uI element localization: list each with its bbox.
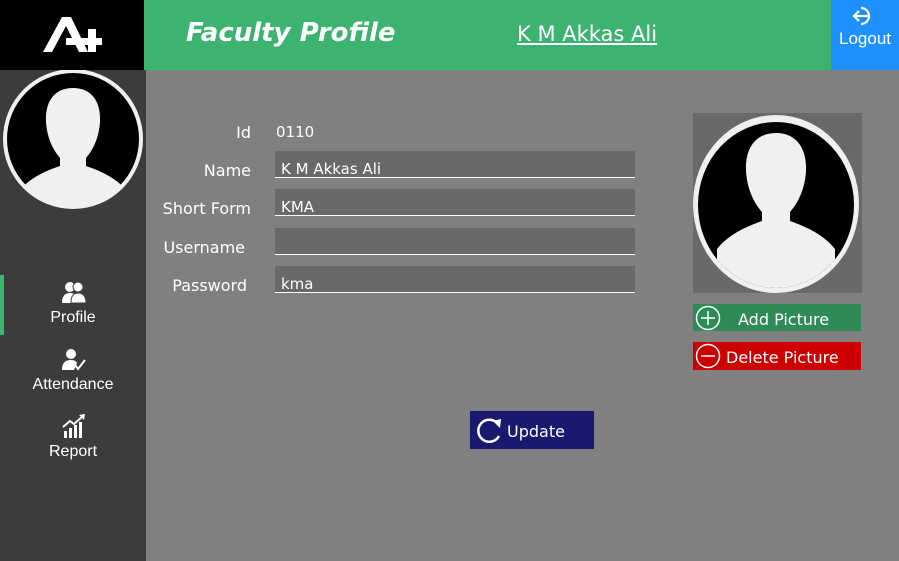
password-field[interactable] [275, 266, 635, 293]
user-name-link[interactable]: K M Akkas Ali [517, 22, 657, 46]
user-check-icon [62, 349, 86, 371]
sidebar: Profile Attendance Report [0, 69, 146, 561]
profile-picture [693, 113, 862, 293]
logout-icon [852, 6, 871, 26]
plus-circle-icon [695, 305, 721, 331]
chart-icon [62, 414, 85, 438]
add-picture-button[interactable]: Add Picture [693, 304, 861, 331]
delete-picture-button[interactable]: Delete Picture [693, 342, 861, 370]
name-field[interactable] [275, 151, 635, 178]
sidebar-item-attendance[interactable]: Attendance [0, 342, 146, 402]
update-label: Update [507, 422, 565, 441]
sidebar-item-profile[interactable]: Profile [0, 275, 146, 335]
short-form-label: Short Form [162, 199, 251, 218]
short-form-field[interactable] [275, 189, 635, 216]
minus-circle-icon [695, 343, 721, 369]
header-bar: Faculty Profile K M Akkas Ali [144, 0, 831, 70]
logo-icon [43, 17, 102, 52]
id-label: Id [236, 123, 251, 142]
users-icon [62, 281, 87, 304]
delete-picture-label: Delete Picture [726, 348, 839, 367]
add-picture-label: Add Picture [738, 310, 830, 329]
sidebar-item-label: Attendance [32, 376, 114, 393]
page-title: Faculty Profile [186, 18, 396, 48]
update-button[interactable]: Update [470, 411, 594, 449]
refresh-icon [477, 418, 501, 443]
id-value: 0110 [276, 123, 315, 141]
sidebar-item-label: Report [48, 443, 98, 460]
password-label: Password [172, 276, 247, 295]
name-label: Name [203, 161, 251, 180]
logout-label: Logout [839, 29, 891, 48]
username-label: Username [163, 238, 245, 257]
logout-button[interactable]: Logout [831, 0, 899, 70]
username-field[interactable] [275, 228, 635, 255]
app-logo [0, 0, 144, 70]
sidebar-item-report[interactable]: Report [0, 409, 146, 469]
sidebar-item-label: Profile [50, 309, 96, 326]
sidebar-avatar [0, 69, 146, 210]
